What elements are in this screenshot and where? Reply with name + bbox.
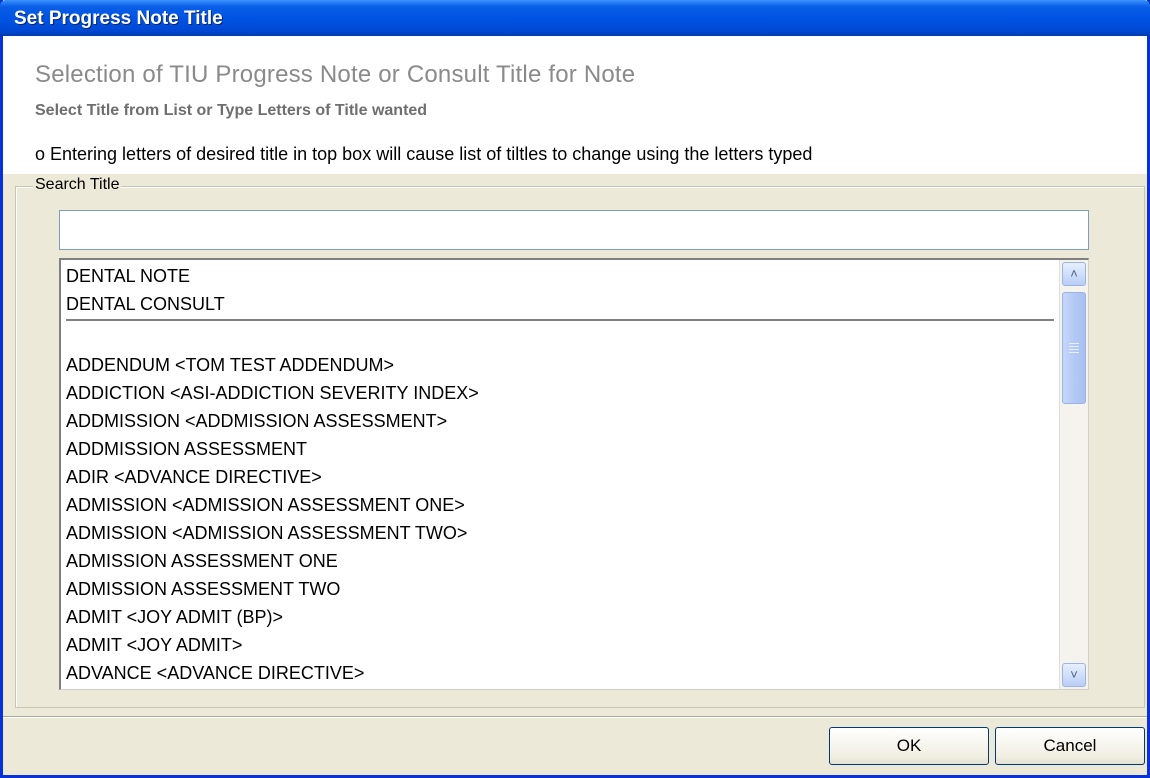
ok-button[interactable]: OK <box>829 727 989 765</box>
dialog-window: Set Progress Note Title Selection of TIU… <box>0 0 1150 778</box>
scroll-up-button[interactable]: ˄ <box>1062 262 1086 286</box>
header-panel: Selection of TIU Progress Note or Consul… <box>3 36 1147 174</box>
title-bar[interactable]: Set Progress Note Title <box>0 0 1150 36</box>
thumb-grip <box>1069 346 1079 347</box>
cancel-button[interactable]: Cancel <box>995 727 1145 765</box>
list-item[interactable]: ADMIT <JOY ADMIT> <box>66 631 1054 659</box>
chevron-down-icon: ˅ <box>1070 667 1078 682</box>
chevron-up-icon: ˄ <box>1070 266 1078 281</box>
list-item[interactable]: ADDENDUM <TOM TEST ADDENDUM> <box>66 351 1054 379</box>
list-item[interactable]: ADVANCE <ADVANCE DIRECTIVE> <box>66 659 1054 687</box>
list-separator <box>66 319 1054 324</box>
footer-divider <box>3 716 1147 718</box>
list-item[interactable]: ADMISSION ASSESSMENT ONE <box>66 547 1054 575</box>
scroll-thumb[interactable] <box>1062 292 1086 404</box>
pinned-list-item[interactable]: DENTAL CONSULT <box>66 290 1054 318</box>
instruction-text: o Entering letters of desired title in t… <box>35 144 813 164</box>
window-title: Set Progress Note Title <box>14 8 223 29</box>
title-listbox[interactable]: DENTAL NOTE DENTAL CONSULT ADDENDUM <TOM T… <box>59 258 1089 690</box>
thumb-grip <box>1069 352 1079 353</box>
list-scrollbar[interactable]: ˄ ˅ <box>1059 260 1088 689</box>
thumb-grip <box>1069 343 1079 344</box>
list-item[interactable]: ADMISSION ASSESSMENT TWO <box>66 575 1054 603</box>
page-subheading: Select Title from List or Type Letters o… <box>35 102 428 119</box>
title-list: DENTAL NOTE DENTAL CONSULT ADDENDUM <TOM T… <box>66 262 1054 687</box>
thumb-grip <box>1069 349 1079 350</box>
list-item[interactable]: ADMIT <JOY ADMIT (BP)> <box>66 603 1054 631</box>
list-item[interactable]: ADDMISSION ASSESSMENT <box>66 435 1054 463</box>
list-item[interactable]: ADMISSION <ADMISSION ASSESSMENT TWO> <box>66 519 1054 547</box>
list-item[interactable]: ADDICTION <ASI-ADDICTION SEVERITY INDEX> <box>66 379 1054 407</box>
pinned-list-item[interactable]: DENTAL NOTE <box>66 262 1054 290</box>
page-heading: Selection of TIU Progress Note or Consul… <box>35 61 636 88</box>
search-title-input[interactable] <box>59 210 1089 250</box>
search-title-label: Search Title <box>33 176 122 194</box>
scroll-down-button[interactable]: ˅ <box>1062 663 1086 687</box>
list-item[interactable]: ADMISSION <ADMISSION ASSESSMENT ONE> <box>66 491 1054 519</box>
list-item[interactable]: ADDMISSION <ADDMISSION ASSESSMENT> <box>66 407 1054 435</box>
list-item[interactable]: ADIR <ADVANCE DIRECTIVE> <box>66 463 1054 491</box>
